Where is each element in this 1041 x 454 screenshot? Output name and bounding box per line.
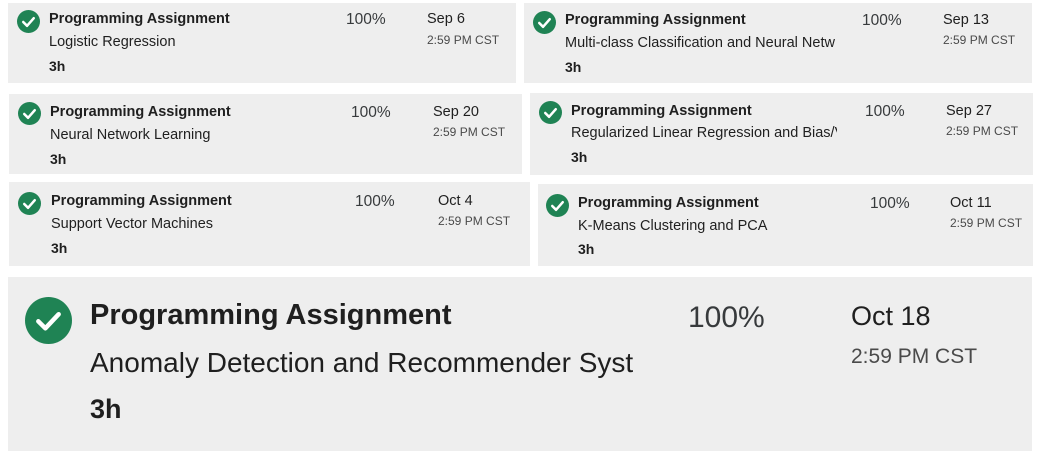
assignment-grade: 100% xyxy=(865,103,905,120)
assignment-duration: 3h xyxy=(565,59,582,75)
assignment-card[interactable]: Programming Assignment Logistic Regressi… xyxy=(8,3,516,83)
assignment-card[interactable]: Programming Assignment K-Means Clusterin… xyxy=(538,184,1033,266)
assignment-name[interactable]: Logistic Regression xyxy=(49,34,339,50)
assignment-type: Programming Assignment xyxy=(565,12,746,28)
check-circle-icon xyxy=(546,194,569,217)
assignment-card[interactable]: Programming Assignment Support Vector Ma… xyxy=(9,182,530,266)
due-date: Sep 20 xyxy=(433,104,479,120)
assignment-grade: 100% xyxy=(862,12,902,29)
assignment-grade: 100% xyxy=(688,301,765,334)
assignment-type: Programming Assignment xyxy=(51,193,232,209)
assignment-duration: 3h xyxy=(49,58,66,74)
assignment-card[interactable]: Programming Assignment Multi-class Class… xyxy=(524,3,1032,83)
due-time: 2:59 PM CST xyxy=(946,124,1019,138)
due-date: Oct 11 xyxy=(950,195,992,211)
due-time: 2:59 PM CST xyxy=(950,216,1023,230)
assignment-name[interactable]: Support Vector Machines xyxy=(51,216,341,232)
assignment-type: Programming Assignment xyxy=(571,103,752,119)
assignment-type: Programming Assignment xyxy=(49,11,230,27)
due-date: Sep 6 xyxy=(427,11,465,27)
assignment-name[interactable]: Multi-class Classification and Neural Ne… xyxy=(565,35,835,51)
due-time: 2:59 PM CST xyxy=(851,345,978,368)
due-time: 2:59 PM CST xyxy=(427,33,500,47)
check-circle-icon xyxy=(533,11,556,34)
check-circle-icon xyxy=(18,102,41,125)
assignment-grade: 100% xyxy=(346,11,386,28)
due-date: Oct 4 xyxy=(438,193,473,209)
assignment-card[interactable]: Programming Assignment Neural Network Le… xyxy=(9,94,522,174)
assignment-type: Programming Assignment xyxy=(50,104,231,120)
check-circle-icon xyxy=(25,297,72,344)
assignment-type: Programming Assignment xyxy=(578,195,759,211)
due-date: Sep 27 xyxy=(946,103,992,119)
due-time: 2:59 PM CST xyxy=(433,125,506,139)
assignment-duration: 3h xyxy=(578,241,595,257)
due-date: Sep 13 xyxy=(943,12,989,28)
assignment-duration: 3h xyxy=(50,151,67,167)
assignment-name[interactable]: Anomaly Detection and Recommender System… xyxy=(90,347,633,379)
due-time: 2:59 PM CST xyxy=(438,214,511,228)
assignment-name[interactable]: K-Means Clustering and PCA xyxy=(578,218,858,234)
check-circle-icon xyxy=(539,101,562,124)
assignment-card[interactable]: Programming Assignment Regularized Linea… xyxy=(530,93,1033,175)
assignment-duration: 3h xyxy=(51,240,68,256)
assignment-grade: 100% xyxy=(351,104,391,121)
due-time: 2:59 PM CST xyxy=(943,33,1016,47)
check-circle-icon xyxy=(17,10,40,33)
check-circle-icon xyxy=(18,192,41,215)
assignment-duration: 3h xyxy=(571,149,588,165)
due-date: Oct 18 xyxy=(851,301,931,331)
assignment-name[interactable]: Regularized Linear Regression and Bias/V… xyxy=(571,125,837,141)
assignment-duration: 3h xyxy=(90,394,122,424)
assignment-card-featured[interactable]: Programming Assignment Anomaly Detection… xyxy=(8,277,1032,451)
assignment-grade: 100% xyxy=(355,193,395,210)
assignment-type: Programming Assignment xyxy=(90,299,452,331)
assignment-name[interactable]: Neural Network Learning xyxy=(50,127,340,143)
assignment-grade: 100% xyxy=(870,195,910,212)
